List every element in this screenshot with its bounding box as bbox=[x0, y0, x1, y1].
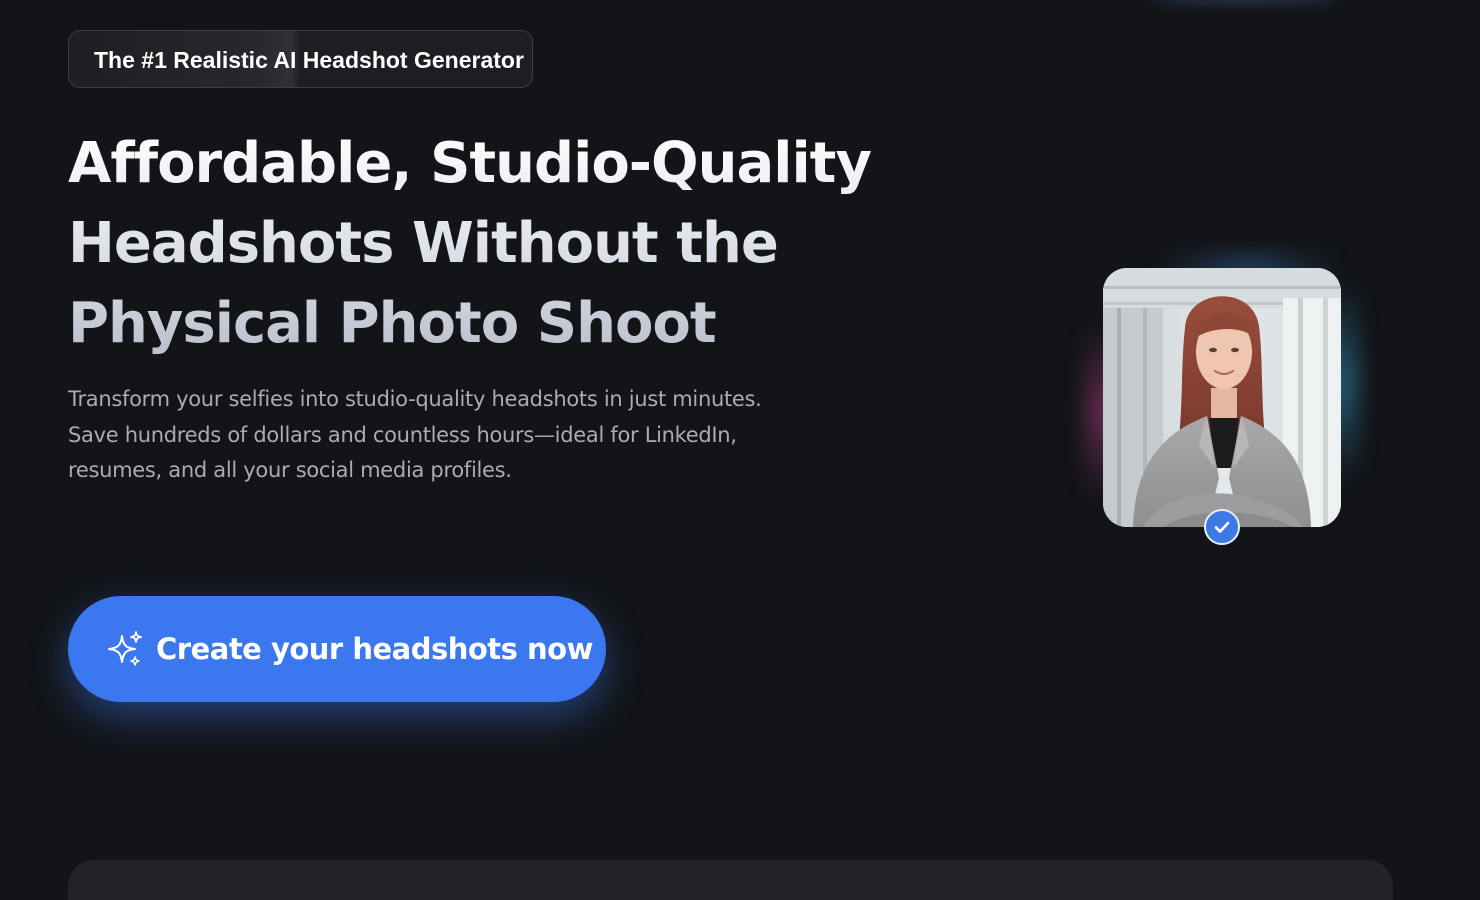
decorative-glow bbox=[1150, 0, 1340, 4]
headline-line: Affordable, Studio-Quality bbox=[68, 131, 871, 196]
create-headshots-label: Create your headshots now bbox=[156, 632, 593, 666]
create-headshots-button[interactable]: Create your headshots now bbox=[68, 596, 606, 702]
hero-subtext: Transform your selfies into studio-quali… bbox=[68, 382, 828, 489]
headline-line: Physical Photo Shoot bbox=[68, 291, 716, 356]
content-panel bbox=[68, 860, 1393, 900]
subtext-line: Save hundreds of dollars and countless h… bbox=[68, 422, 737, 447]
subtext-line: Transform your selfies into studio-quali… bbox=[68, 387, 762, 411]
sample-headshot-card bbox=[1085, 254, 1359, 541]
landing-page: The #1 Realistic AI Headshot Generator A… bbox=[0, 0, 1480, 900]
hero-headline: Affordable, Studio-Quality Headshots Wit… bbox=[68, 124, 928, 364]
tagline-badge: The #1 Realistic AI Headshot Generator bbox=[68, 30, 533, 88]
sparkles-icon bbox=[106, 630, 144, 668]
subtext-line: resumes, and all your social media profi… bbox=[68, 458, 512, 482]
verified-check-icon bbox=[1204, 509, 1240, 545]
headshot-photo bbox=[1103, 268, 1341, 527]
headline-line: Headshots Without the bbox=[68, 211, 778, 276]
